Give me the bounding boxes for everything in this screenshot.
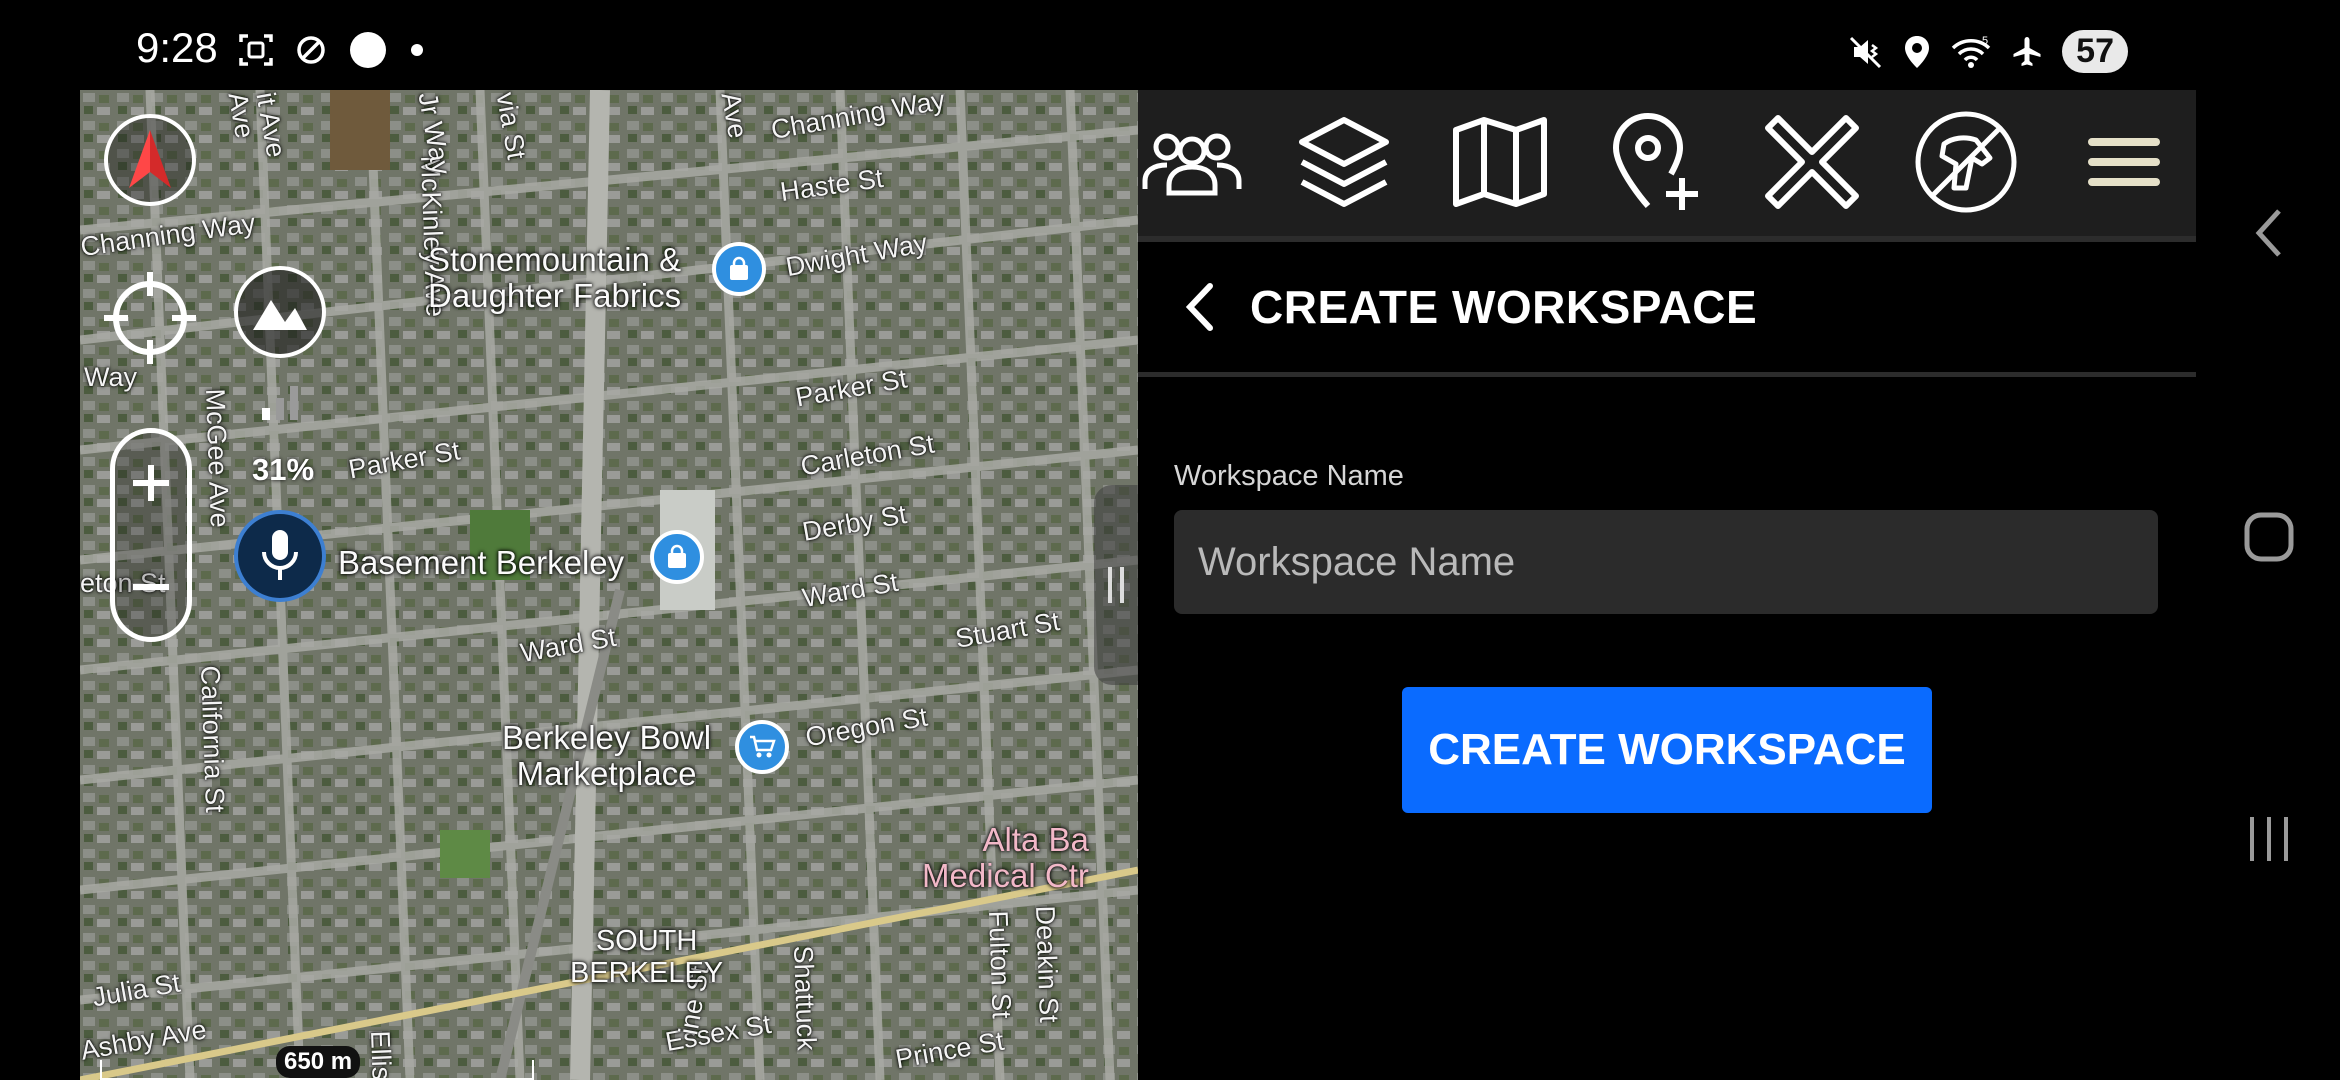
shopping-bag-icon [668, 544, 686, 568]
panel-header: CREATE WORKSPACE [1138, 242, 2196, 372]
menu-icon [2088, 138, 2160, 186]
airplane-icon [2013, 36, 2041, 66]
home-icon [2244, 512, 2294, 562]
voice-button[interactable] [234, 510, 326, 602]
workspace-name-input[interactable] [1174, 510, 2158, 614]
microphone-icon [262, 530, 298, 580]
back-icon [2255, 209, 2281, 257]
shop-pin-basement[interactable] [650, 530, 704, 584]
place-label-bowl: Berkeley Bowl Marketplace [502, 719, 712, 792]
wifi-icon: 5 [1951, 35, 1991, 68]
circle-icon [350, 32, 386, 68]
street-label: Deakin St [1030, 905, 1065, 1024]
top-toolbar [1138, 90, 2196, 236]
workspace-panel: CREATE WORKSPACE Workspace Name CREATE W… [1138, 90, 2196, 1080]
layers-icon [1299, 117, 1389, 207]
dot-icon [411, 44, 423, 56]
map-scale-label: 650 m [276, 1046, 361, 1078]
mountains-icon [253, 300, 307, 330]
place-label-fabrics: Stonemountain & Daughter Fabrics [428, 241, 682, 314]
grocery-pin-bowl[interactable] [735, 720, 789, 774]
nav-back-button[interactable] [2234, 198, 2304, 268]
battery-badge: 57 [2062, 30, 2128, 73]
minus-icon [133, 584, 169, 590]
compass-button[interactable] [104, 114, 196, 206]
mute-icon [1850, 36, 1882, 68]
street-label: California St [195, 665, 231, 814]
team-button[interactable] [1132, 102, 1252, 222]
status-left-icons [238, 30, 424, 70]
chevron-left-icon [1185, 283, 1213, 331]
location-icon [1905, 35, 1930, 68]
signal-indicator [260, 378, 304, 427]
zoom-control [110, 428, 192, 642]
layers-button[interactable] [1284, 102, 1404, 222]
street-label: Way [84, 362, 137, 392]
panel-resize-handle[interactable] [1094, 485, 1138, 685]
zoom-out-button[interactable] [115, 537, 187, 637]
shopping-bag-icon [730, 256, 748, 280]
page-title: CREATE WORKSPACE [1250, 281, 1758, 333]
add-location-button[interactable] [1596, 102, 1716, 222]
shop-pin-fabrics[interactable] [712, 242, 766, 296]
dog-tracking-button[interactable] [1906, 102, 2026, 222]
workspace-name-label: Workspace Name [1174, 460, 1404, 492]
recents-icon [2250, 817, 2288, 861]
create-workspace-button-label: CREATE WORKSPACE [1428, 725, 1906, 774]
plus-icon [133, 465, 169, 501]
close-icon [1765, 115, 1859, 209]
map-view[interactable]: Channing Way Haste St Dwight Way Parker … [80, 90, 1138, 1080]
status-bar: 9:28 5 57 [0, 0, 2340, 90]
dnd-icon [297, 36, 325, 64]
create-workspace-button[interactable]: CREATE WORKSPACE [1402, 687, 1932, 813]
zoom-in-button[interactable] [115, 433, 187, 533]
map-button[interactable] [1440, 102, 1560, 222]
street-label: Shattuck [788, 945, 822, 1052]
nav-home-button[interactable] [2234, 502, 2304, 572]
nav-recents-button[interactable] [2234, 804, 2304, 874]
terrain-button[interactable] [234, 266, 326, 358]
place-label-basement: Basement Berkeley [338, 544, 625, 581]
street-label: McGee Ave [200, 388, 235, 529]
signal-bars-icon [262, 386, 298, 420]
add-location-icon [1612, 113, 1698, 210]
compass-arrow-icon [129, 130, 171, 188]
system-nav-bar [2196, 0, 2340, 1080]
shopping-cart-icon [750, 735, 776, 758]
team-icon [1142, 133, 1242, 196]
street-label: Fulton St [983, 910, 1017, 1020]
dog-icon [1915, 111, 2017, 213]
menu-button[interactable] [2064, 102, 2184, 222]
screenshot-icon [239, 34, 273, 66]
back-button[interactable] [1176, 280, 1226, 334]
status-time: 9:28 [136, 24, 218, 71]
svg-text:5: 5 [1982, 35, 1988, 47]
status-right-icons: 5 57 [1848, 30, 2128, 73]
header-divider [1138, 372, 2196, 377]
close-panel-button[interactable] [1752, 102, 1872, 222]
drag-handle-icon [1108, 567, 1124, 603]
place-label-south: SOUTH BERKELEY [570, 925, 724, 989]
crosshair-icon [104, 272, 196, 364]
locate-button[interactable] [102, 270, 198, 366]
place-label-medical: Alta Ba Medical Ctr [922, 821, 1089, 894]
device-battery-percent: 31% [252, 452, 315, 487]
map-icon [1453, 117, 1547, 207]
